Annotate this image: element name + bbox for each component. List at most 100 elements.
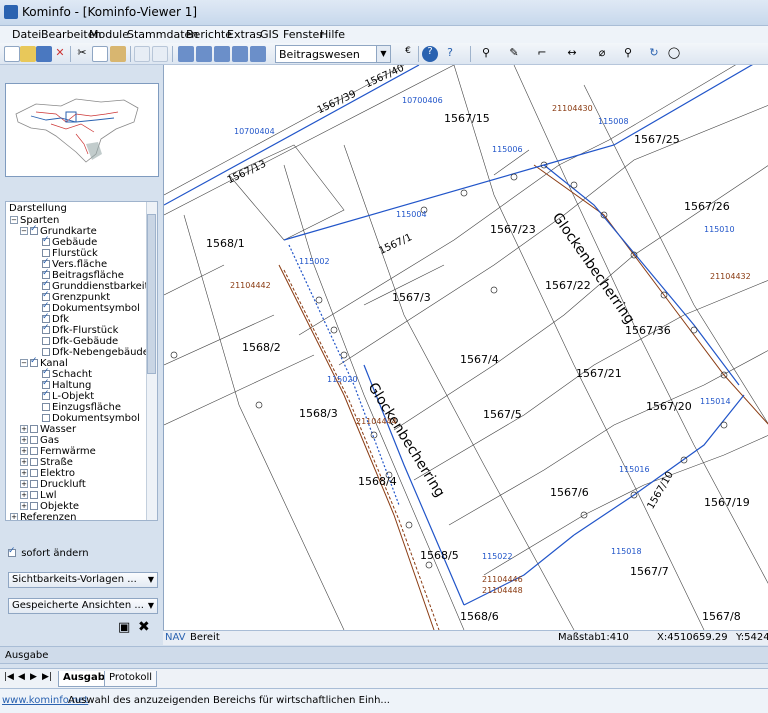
menu-gis[interactable]: GIS bbox=[260, 28, 279, 41]
tree-node-beitragsflaeche[interactable]: Beitragsfläche bbox=[42, 268, 124, 281]
expand-icon[interactable]: + bbox=[20, 491, 28, 499]
paste-icon[interactable] bbox=[110, 46, 126, 62]
checkbox[interactable] bbox=[42, 301, 50, 312]
last-page-icon[interactable]: ▶| bbox=[42, 672, 52, 682]
checkbox[interactable] bbox=[42, 257, 50, 268]
tree-scrollbar[interactable] bbox=[146, 202, 157, 520]
checkbox[interactable] bbox=[30, 469, 38, 477]
menu-hilfe[interactable]: Hilfe bbox=[320, 28, 345, 41]
checkbox[interactable] bbox=[42, 367, 50, 378]
checkbox[interactable] bbox=[42, 348, 50, 356]
tree-node-grundkarte[interactable]: −Grundkarte bbox=[20, 224, 97, 237]
tab-protokoll[interactable]: Protokoll bbox=[104, 671, 158, 687]
tree-node-grenzpunkt[interactable]: Grenzpunkt bbox=[42, 290, 110, 303]
tree-node-fernwaerme[interactable]: + Fernwärme bbox=[20, 446, 96, 457]
checkbox[interactable] bbox=[42, 279, 50, 290]
cut-icon[interactable]: ✂ bbox=[74, 46, 90, 62]
save-icon[interactable] bbox=[36, 46, 52, 62]
checkbox[interactable] bbox=[42, 337, 50, 345]
chart-export-icon[interactable] bbox=[250, 46, 266, 62]
currency-icon[interactable]: € bbox=[400, 46, 416, 62]
checkbox[interactable] bbox=[42, 249, 50, 257]
collapse-icon[interactable]: − bbox=[10, 216, 18, 224]
collapse-icon[interactable]: − bbox=[20, 359, 28, 367]
help-icon[interactable]: ? bbox=[422, 46, 438, 62]
next-page-icon[interactable]: ▶ bbox=[30, 672, 37, 682]
tree-node-flurstueck[interactable]: Flurstück bbox=[42, 248, 98, 259]
expand-icon[interactable]: + bbox=[20, 458, 28, 466]
copy-icon[interactable] bbox=[92, 46, 108, 62]
expand-icon[interactable]: + bbox=[20, 502, 28, 510]
attach-icon[interactable]: ⌀ bbox=[594, 46, 610, 62]
checkbox[interactable] bbox=[30, 491, 38, 499]
tree-node-dfk-gebaeude[interactable]: Dfk-Gebäude bbox=[42, 336, 118, 347]
overview-map[interactable] bbox=[5, 83, 159, 177]
checkbox[interactable] bbox=[30, 458, 38, 466]
expand-icon[interactable]: + bbox=[20, 480, 28, 488]
checkbox[interactable] bbox=[30, 447, 38, 455]
tree-node-referenzen[interactable]: + Referenzen bbox=[10, 512, 76, 520]
map-canvas[interactable]: 1567/40 1567/39 1567/15 1567/25 1567/13 … bbox=[163, 65, 768, 630]
tree-node-gebaeude[interactable]: Gebäude bbox=[42, 235, 97, 248]
checkbox[interactable] bbox=[30, 480, 38, 488]
checkbox[interactable] bbox=[42, 312, 50, 323]
checkbox[interactable] bbox=[42, 414, 50, 422]
menu-fenster[interactable]: Fenster bbox=[283, 28, 324, 41]
first-page-icon[interactable]: |◀ bbox=[4, 672, 14, 682]
saved-views-dropdown[interactable]: Gespeicherte Ansichten ... ▼ bbox=[8, 598, 158, 614]
measure-icon[interactable]: ⌐ bbox=[534, 46, 550, 62]
chart-add-icon[interactable] bbox=[214, 46, 230, 62]
pen-icon[interactable]: ✎ bbox=[506, 46, 522, 62]
checkbox[interactable] bbox=[30, 224, 38, 235]
tree-node-strasse[interactable]: + Straße bbox=[20, 457, 73, 468]
report-icon[interactable] bbox=[134, 46, 150, 62]
expand-icon[interactable]: + bbox=[10, 513, 18, 520]
zoom-icon[interactable]: ⚲ bbox=[620, 46, 636, 62]
tree-node-gas[interactable]: + Gas bbox=[20, 435, 59, 446]
checkbox[interactable] bbox=[30, 436, 38, 444]
tree-node-druckluft[interactable]: + Druckluft bbox=[20, 479, 86, 490]
expand-icon[interactable]: + bbox=[20, 447, 28, 455]
visibility-templates-dropdown[interactable]: Sichtbarkeits-Vorlagen ... ▼ bbox=[8, 572, 158, 588]
tree-node-grunddienstbarkeitsflaeche[interactable]: Grunddienstbarkeitsfläche bbox=[42, 279, 157, 292]
tree-node-wasser[interactable]: + Wasser bbox=[20, 424, 76, 435]
scrollbar-thumb[interactable] bbox=[147, 214, 156, 374]
sofort-aendern-checkbox[interactable] bbox=[8, 546, 16, 557]
tree-node-dokumentsymbol[interactable]: Dokumentsymbol bbox=[42, 301, 140, 314]
collapse-icon[interactable]: − bbox=[20, 227, 28, 235]
tree-node-objekte[interactable]: + Objekte bbox=[20, 501, 79, 512]
tree-node-dfk-flurstueck[interactable]: Dfk-Flurstück bbox=[42, 323, 118, 336]
checkbox[interactable] bbox=[42, 389, 50, 400]
comment-icon[interactable]: ◯ bbox=[666, 46, 682, 62]
prev-page-icon[interactable]: ◀ bbox=[18, 672, 25, 682]
close-icon[interactable]: ✖ bbox=[138, 619, 150, 635]
open-icon[interactable] bbox=[20, 46, 36, 62]
print-icon[interactable] bbox=[152, 46, 168, 62]
expand-icon[interactable]: + bbox=[20, 469, 28, 477]
expand-icon[interactable]: + bbox=[20, 425, 28, 433]
tree-node-elektro[interactable]: + Elektro bbox=[20, 468, 75, 479]
expand-icon[interactable]: + bbox=[20, 436, 28, 444]
tree-node-einzugsflaeche[interactable]: Einzugsfläche bbox=[42, 402, 121, 413]
tree-node-dfk-nebengebaeude[interactable]: Dfk-Nebengebäude bbox=[42, 347, 149, 358]
chart-filter-icon[interactable] bbox=[232, 46, 248, 62]
checkbox[interactable] bbox=[30, 502, 38, 510]
tree-node-l-objekt[interactable]: L-Objekt bbox=[42, 389, 94, 402]
tree-node-lwl[interactable]: + Lwl bbox=[20, 490, 57, 501]
layer-select[interactable]: Beitragswesen ▼ bbox=[275, 45, 391, 63]
chevron-down-icon[interactable]: ▼ bbox=[376, 46, 390, 62]
checkbox[interactable] bbox=[42, 403, 50, 411]
layer-tree[interactable]: Darstellung −Sparten −Grundkarte Gebäude… bbox=[5, 201, 158, 521]
checkbox[interactable] bbox=[42, 323, 50, 334]
checkbox[interactable] bbox=[30, 356, 38, 367]
tree-node-versflaeche[interactable]: Vers.fläche bbox=[42, 257, 107, 270]
tree-node-kanal-dokumentsymbol[interactable]: Dokumentsymbol bbox=[42, 413, 140, 424]
menu-berichte[interactable]: Berichte bbox=[186, 28, 232, 41]
checkbox[interactable] bbox=[30, 425, 38, 433]
delete-icon[interactable]: ✕ bbox=[52, 46, 68, 62]
checkbox[interactable] bbox=[42, 235, 50, 246]
menu-datei[interactable]: Datei bbox=[12, 28, 41, 41]
checkbox[interactable] bbox=[42, 378, 50, 389]
chart-icon[interactable] bbox=[178, 46, 194, 62]
checkbox[interactable] bbox=[42, 268, 50, 279]
